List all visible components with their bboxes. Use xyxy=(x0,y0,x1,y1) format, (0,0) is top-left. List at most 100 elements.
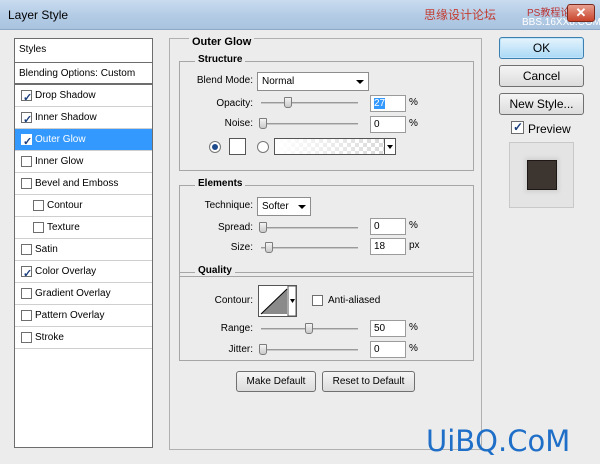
noise-slider-track[interactable] xyxy=(261,123,358,125)
glow-color-swatch[interactable] xyxy=(229,138,246,155)
opacity-slider-track[interactable] xyxy=(261,102,358,104)
style-item-contour[interactable]: Contour xyxy=(15,195,152,217)
title-bar: Layer Style 思缘设计论坛 PS教程论坛 BBS.16XX8.COM … xyxy=(0,0,600,30)
style-checkbox[interactable] xyxy=(21,310,32,321)
close-button[interactable]: ✕ xyxy=(567,4,595,22)
jitter-value: 0 xyxy=(374,344,380,355)
cancel-button[interactable]: Cancel xyxy=(499,65,584,87)
size-slider-thumb[interactable] xyxy=(265,242,274,253)
style-checkbox[interactable] xyxy=(21,288,32,299)
style-item-label: Contour xyxy=(47,200,83,211)
noise-unit: % xyxy=(409,118,418,129)
check-icon: ✓ xyxy=(23,114,33,126)
contour-curve-icon xyxy=(260,285,297,317)
preview-checkbox[interactable]: ✓ xyxy=(511,120,524,134)
panel-title: Outer Glow xyxy=(189,36,255,48)
style-checkbox[interactable] xyxy=(33,200,44,211)
style-item-label: Satin xyxy=(35,244,58,255)
style-checkbox[interactable]: ✓ xyxy=(21,112,32,126)
style-item-inner-glow[interactable]: Inner Glow xyxy=(15,151,152,173)
style-checkbox[interactable]: ✓ xyxy=(21,134,32,148)
quality-label: Quality xyxy=(195,265,235,276)
jitter-slider-thumb[interactable] xyxy=(259,344,267,355)
style-item-label: Inner Glow xyxy=(35,156,84,167)
technique-select[interactable]: Softer xyxy=(257,197,311,216)
chevron-down-icon xyxy=(298,205,306,209)
gradient-dropdown-button[interactable] xyxy=(384,138,396,155)
opacity-slider-thumb[interactable] xyxy=(283,97,292,108)
style-item-color-overlay[interactable]: ✓ Color Overlay xyxy=(15,261,152,283)
style-checkbox[interactable]: ✓ xyxy=(21,266,32,280)
style-item-label: Color Overlay xyxy=(35,266,97,277)
opacity-input[interactable]: 27 xyxy=(370,95,406,112)
window-title: Layer Style xyxy=(8,8,69,22)
spread-slider-thumb[interactable] xyxy=(259,222,267,233)
blend-mode-label: Blend Mode: xyxy=(196,75,253,86)
reset-default-button[interactable]: Reset to Default xyxy=(322,371,415,392)
anti-aliased-checkbox[interactable] xyxy=(312,295,323,306)
style-item-outer-glow[interactable]: ✓ Outer Glow xyxy=(15,129,152,151)
style-item-bevel-and-emboss[interactable]: Bevel and Emboss xyxy=(15,173,152,195)
style-item-drop-shadow[interactable]: ✓ Drop Shadow xyxy=(15,85,152,107)
style-item-label: Drop Shadow xyxy=(35,90,96,101)
noise-slider-thumb[interactable] xyxy=(259,118,267,129)
spread-input[interactable]: 0 xyxy=(370,218,406,235)
gradient-radio[interactable] xyxy=(257,141,269,153)
make-default-button[interactable]: Make Default xyxy=(236,371,316,392)
jitter-slider-track[interactable] xyxy=(261,349,358,351)
close-icon: ✕ xyxy=(575,5,587,20)
style-checkbox[interactable] xyxy=(21,156,32,167)
styles-header[interactable]: Styles xyxy=(15,39,152,63)
watermark-text: 思缘设计论坛 xyxy=(424,8,497,22)
style-item-label: Texture xyxy=(47,222,80,233)
size-value: 18 xyxy=(374,241,386,252)
footer-watermark: UiBQ.CoM xyxy=(426,424,571,458)
style-checkbox[interactable] xyxy=(33,222,44,233)
glow-gradient-swatch[interactable] xyxy=(274,138,396,155)
jitter-input[interactable]: 0 xyxy=(370,341,406,358)
style-item-label: Inner Shadow xyxy=(35,112,97,123)
spread-unit: % xyxy=(409,220,418,231)
technique-label: Technique: xyxy=(204,200,253,211)
style-item-texture[interactable]: Texture xyxy=(15,217,152,239)
noise-input[interactable]: 0 xyxy=(370,116,406,133)
style-checkbox[interactable] xyxy=(21,244,32,255)
noise-value: 0 xyxy=(374,119,380,130)
style-item-pattern-overlay[interactable]: Pattern Overlay xyxy=(15,305,152,327)
range-unit: % xyxy=(409,322,418,333)
check-icon: ✓ xyxy=(23,268,33,280)
check-icon: ✓ xyxy=(23,136,33,148)
elements-label: Elements xyxy=(195,178,246,189)
size-slider-track[interactable] xyxy=(261,247,358,249)
blend-mode-select[interactable]: Normal xyxy=(257,72,369,91)
style-checkbox[interactable]: ✓ xyxy=(21,90,32,104)
styles-header-label: Styles xyxy=(19,44,47,55)
range-input[interactable]: 50 xyxy=(370,320,406,337)
style-item-stroke[interactable]: Stroke xyxy=(15,327,152,349)
style-checkbox[interactable] xyxy=(21,332,32,343)
spread-label: Spread: xyxy=(217,222,253,233)
ok-button[interactable]: OK xyxy=(499,37,584,59)
range-slider-thumb[interactable] xyxy=(304,323,313,334)
size-label: Size: xyxy=(230,242,253,253)
style-item-label: Pattern Overlay xyxy=(35,310,105,321)
style-item-label: Outer Glow xyxy=(35,134,86,145)
contour-picker[interactable] xyxy=(258,285,297,317)
dialog-body: Styles Blending Options: Custom ✓ Drop Sh… xyxy=(0,30,600,464)
spread-slider-track[interactable] xyxy=(261,227,358,229)
range-value: 50 xyxy=(374,323,386,334)
solid-color-radio[interactable] xyxy=(209,141,221,153)
style-checkbox[interactable] xyxy=(21,178,32,189)
jitter-label: Jitter: xyxy=(228,344,253,355)
opacity-label: Opacity: xyxy=(216,98,253,109)
style-item-gradient-overlay[interactable]: Gradient Overlay xyxy=(15,283,152,305)
blending-options-item[interactable]: Blending Options: Custom xyxy=(15,63,152,85)
size-input[interactable]: 18 xyxy=(370,238,406,255)
opacity-value: 27 xyxy=(374,98,386,109)
style-item-inner-shadow[interactable]: ✓ Inner Shadow xyxy=(15,107,152,129)
anti-aliased-label: Anti-aliased xyxy=(328,295,381,306)
check-icon: ✓ xyxy=(513,120,524,134)
style-item-label: Bevel and Emboss xyxy=(35,178,119,189)
new-style-button[interactable]: New Style... xyxy=(499,93,584,115)
style-item-satin[interactable]: Satin xyxy=(15,239,152,261)
